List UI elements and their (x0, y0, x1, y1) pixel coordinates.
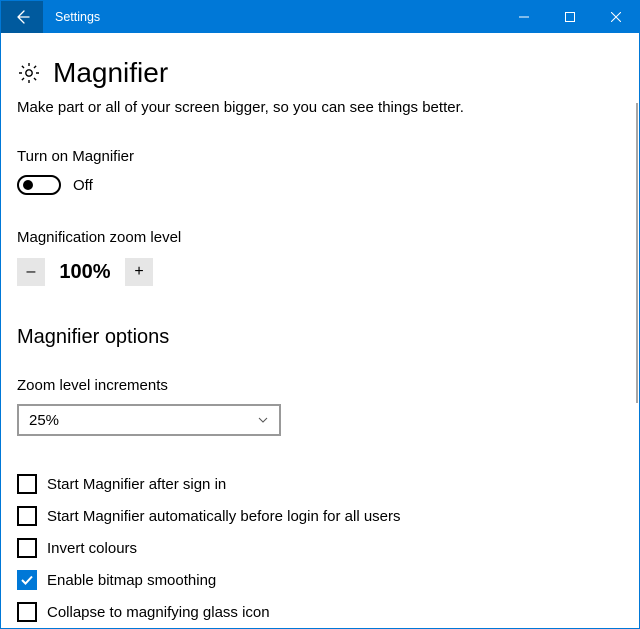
content-area: Magnifier Make part or all of your scree… (1, 33, 639, 628)
minimize-icon (519, 12, 529, 22)
checkbox-box[interactable] (17, 570, 37, 590)
close-button[interactable] (593, 1, 639, 33)
checkbox-box[interactable] (17, 602, 37, 622)
checkbox-collapse-icon[interactable]: Collapse to magnifying glass icon (17, 602, 623, 622)
checkbox-box[interactable] (17, 474, 37, 494)
magnifier-toggle[interactable] (17, 175, 61, 195)
increments-value: 25% (29, 412, 59, 429)
minimize-button[interactable] (501, 1, 547, 33)
checkbox-box[interactable] (17, 506, 37, 526)
magnifier-toggle-label: Turn on Magnifier (17, 148, 623, 165)
zoom-increase-button[interactable]: + (125, 258, 153, 286)
zoom-value: 100% (57, 261, 113, 284)
titlebar: Settings (1, 1, 639, 33)
checkbox-label: Invert colours (47, 540, 137, 557)
toggle-knob (23, 180, 33, 190)
chevron-down-icon (257, 414, 269, 426)
close-icon (611, 12, 621, 22)
page-header: Magnifier (17, 57, 623, 89)
maximize-button[interactable] (547, 1, 593, 33)
back-arrow-icon (14, 9, 30, 25)
page-title: Magnifier (53, 57, 168, 89)
zoom-level-label: Magnification zoom level (17, 229, 623, 246)
window-title: Settings (43, 1, 501, 33)
page-subtitle: Make part or all of your screen bigger, … (17, 99, 623, 116)
checkbox-box[interactable] (17, 538, 37, 558)
increments-dropdown[interactable]: 25% (17, 404, 281, 436)
magnifier-options-heading: Magnifier options (17, 326, 623, 349)
checkbox-label: Collapse to magnifying glass icon (47, 604, 270, 621)
checkbox-start-after-signin[interactable]: Start Magnifier after sign in (17, 474, 623, 494)
magnifier-toggle-row: Off (17, 175, 623, 195)
scrollbar[interactable] (636, 103, 638, 403)
back-button[interactable] (1, 1, 43, 33)
gear-icon (17, 61, 41, 85)
checkbox-label: Start Magnifier automatically before log… (47, 508, 401, 525)
checkbox-start-before-login[interactable]: Start Magnifier automatically before log… (17, 506, 623, 526)
checkbox-label: Enable bitmap smoothing (47, 572, 216, 589)
increments-label: Zoom level increments (17, 377, 623, 394)
window-controls (501, 1, 639, 33)
toggle-state-text: Off (73, 177, 93, 194)
checkbox-label: Start Magnifier after sign in (47, 476, 226, 493)
check-icon (20, 573, 34, 587)
maximize-icon (565, 12, 575, 22)
zoom-level-row: – 100% + (17, 258, 623, 286)
checkbox-bitmap-smoothing[interactable]: Enable bitmap smoothing (17, 570, 623, 590)
checkbox-invert-colours[interactable]: Invert colours (17, 538, 623, 558)
zoom-decrease-button[interactable]: – (17, 258, 45, 286)
